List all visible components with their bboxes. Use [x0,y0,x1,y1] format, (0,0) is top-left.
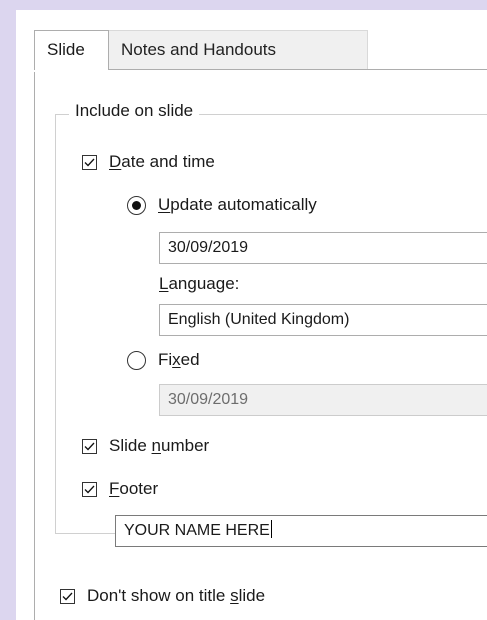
checkbox-checked-icon [82,438,97,454]
slide-tab-panel: Include on slide Date and time Update au… [34,72,487,620]
footer-label: Footer [109,479,159,498]
update-automatically-radio[interactable]: Update automatically [127,195,317,215]
checkbox-checked-icon [82,481,97,497]
radio-unselected-icon [127,350,146,370]
fixed-label: Fixed [158,350,200,369]
tab-notes-and-handouts[interactable]: Notes and Handouts [108,30,368,70]
include-on-slide-label: Include on slide [69,101,200,121]
update-automatically-label: Update automatically [158,195,317,214]
language-dropdown[interactable]: English (United Kingdom) [159,304,487,336]
slide-number-label: Slide number [109,436,210,455]
slide-number-checkbox[interactable]: Slide number [82,436,209,456]
dont-show-on-title-slide-checkbox[interactable]: Don't show on title slide [60,586,265,606]
fixed-radio[interactable]: Fixed [127,350,200,370]
fixed-date-field: 30/09/2019 [159,384,487,416]
language-label: Language: [159,274,240,293]
header-footer-dialog: Slide Notes and Handouts Include on slid… [16,10,487,620]
auto-date-field[interactable]: 30/09/2019 [159,232,487,264]
checkbox-checked-icon [60,588,75,604]
date-and-time-checkbox[interactable]: Date and time [82,152,215,172]
tab-slide[interactable]: Slide [34,30,109,70]
checkbox-checked-icon [82,154,97,170]
dont-show-on-title-slide-label: Don't show on title slide [87,586,266,605]
text-cursor [270,520,272,538]
date-and-time-label: Date and time [109,152,215,171]
radio-selected-icon [127,195,146,215]
footer-checkbox[interactable]: Footer [82,479,158,499]
tab-strip: Slide Notes and Handouts [34,20,487,72]
footer-text-input[interactable]: YOUR NAME HERE [115,515,487,547]
